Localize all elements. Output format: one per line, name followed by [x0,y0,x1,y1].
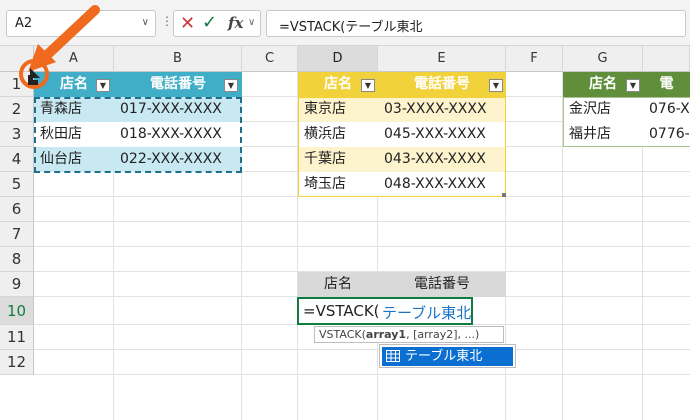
table-row[interactable]: 045-XXX-XXXX [378,122,506,147]
header-label: 電話番号 [414,76,470,92]
header-label: 電話番号 [150,76,206,92]
table-row[interactable]: 埼玉店 [298,172,378,197]
name-box[interactable]: A2 ∨ [6,10,156,37]
table-row[interactable]: 福井店 [563,122,643,147]
table-row[interactable]: 043-XXX-XXXX [378,147,506,172]
filter-dropdown-icon[interactable]: ▼ [224,79,238,92]
column-header-a[interactable]: A [34,46,114,72]
cell-text: 076-X [649,101,690,117]
cell-text: 千葉店 [304,151,346,167]
tooltip-rest: , [array2], ...) [406,328,480,341]
row-header-1[interactable]: 1 [0,72,34,97]
table-row[interactable]: 048-XXX-XXXX [378,172,506,197]
header-label: 店名 [324,76,352,92]
row-header-7[interactable]: 7 [0,222,34,247]
table-row[interactable]: 横浜店 [298,122,378,147]
table-row[interactable]: 03-XXXX-XXXX [378,97,506,122]
filter-dropdown-icon[interactable]: ▼ [96,79,110,92]
column-header-e[interactable]: E [378,46,506,72]
insert-function-icon[interactable]: fx [228,14,243,32]
row-header-12[interactable]: 12 [0,350,34,375]
enter-icon[interactable]: ✓ [202,12,217,33]
table-resize-handle[interactable] [502,193,506,197]
column-header-h[interactable] [643,46,690,72]
filter-dropdown-icon[interactable]: ▼ [626,79,640,92]
cell-text: 043-XXX-XXXX [384,151,486,167]
column-header-f[interactable]: F [506,46,563,72]
worksheet-grid[interactable]: A B C D E F G 1 2 3 4 5 6 7 8 9 10 11 12… [0,46,690,420]
cell-text: 03-XXXX-XXXX [384,101,487,117]
more-options-icon[interactable]: ⋮ [161,14,173,28]
header-label: 店名 [589,76,617,92]
cell-text: 0776- [649,126,690,142]
row-header-9[interactable]: 9 [0,272,34,297]
table-icon [386,350,400,362]
name-box-dropdown-icon[interactable]: ∨ [142,17,149,28]
name-box-value: A2 [15,16,33,31]
formula-bar: A2 ∨ ⋮ ✕ ✓ fx ∨ =VSTACK(テーブル東北 [0,0,690,46]
row-header-11[interactable]: 11 [0,325,34,350]
result-header-phone[interactable]: 電話番号 [378,272,506,297]
table-hokuriku-header-phone[interactable]: 電 [643,72,690,97]
row-header-8[interactable]: 8 [0,247,34,272]
cell-text: 045-XXX-XXXX [384,126,486,142]
cell-text: 048-XXX-XXXX [384,176,486,192]
autocomplete-list: テーブル東北 [379,344,516,368]
formula-buttons: ✕ ✓ fx ∨ [173,10,261,37]
row-header-4[interactable]: 4 [0,147,34,172]
table-row[interactable]: 0776- [643,122,690,147]
select-all-corner[interactable] [0,46,34,72]
row-header-5[interactable]: 5 [0,172,34,197]
cell-text: 東京店 [304,101,346,117]
reference-selection-border [34,97,242,173]
row-header-6[interactable]: 6 [0,197,34,222]
table-row[interactable]: 東京店 [298,97,378,122]
header-label: 電 [659,76,674,92]
table-kanto-header-phone[interactable]: 電話番号 [378,72,506,97]
formula-argument: テーブル東北 [382,304,472,322]
table-row[interactable]: 076-X [643,97,690,122]
cell-text: 電話番号 [414,276,470,292]
row-header-3[interactable]: 3 [0,122,34,147]
active-edit-cell[interactable]: =VSTACK( テーブル東北 [297,297,473,325]
table-tohoku-header-phone[interactable]: 電話番号 [114,72,242,97]
column-header-d[interactable]: D [298,46,378,72]
column-header-g[interactable]: G [563,46,643,72]
formula-prefix: =VSTACK( [303,302,380,320]
tooltip-current-arg: array1 [365,328,407,341]
cell-text: 横浜店 [304,126,346,142]
column-header-b[interactable]: B [114,46,242,72]
autocomplete-label: テーブル東北 [405,349,483,364]
cell-text: 金沢店 [569,101,611,117]
cell-text: 福井店 [569,126,611,142]
autocomplete-item[interactable]: テーブル東北 [382,347,513,366]
cell-text: 埼玉店 [304,176,346,192]
chevron-down-icon[interactable]: ∨ [248,17,255,28]
row-header-10[interactable]: 10 [0,297,34,325]
filter-dropdown-icon[interactable]: ▼ [489,79,503,92]
formula-text: =VSTACK(テーブル東北 [279,20,423,35]
filter-dropdown-icon[interactable]: ▼ [361,79,375,92]
function-signature-tooltip: VSTACK(array1, [array2], ...) [314,326,504,343]
result-header-name[interactable]: 店名 [298,272,378,297]
cell-text: 店名 [324,276,352,292]
table-row[interactable]: 千葉店 [298,147,378,172]
column-header-c[interactable]: C [242,46,298,72]
row-header-2[interactable]: 2 [0,97,34,122]
header-label: 店名 [60,76,88,92]
tooltip-function: VSTACK( [319,328,366,341]
formula-input[interactable]: =VSTACK(テーブル東北 [266,10,686,37]
table-row[interactable]: 金沢店 [563,97,643,122]
cancel-icon[interactable]: ✕ [180,13,195,34]
